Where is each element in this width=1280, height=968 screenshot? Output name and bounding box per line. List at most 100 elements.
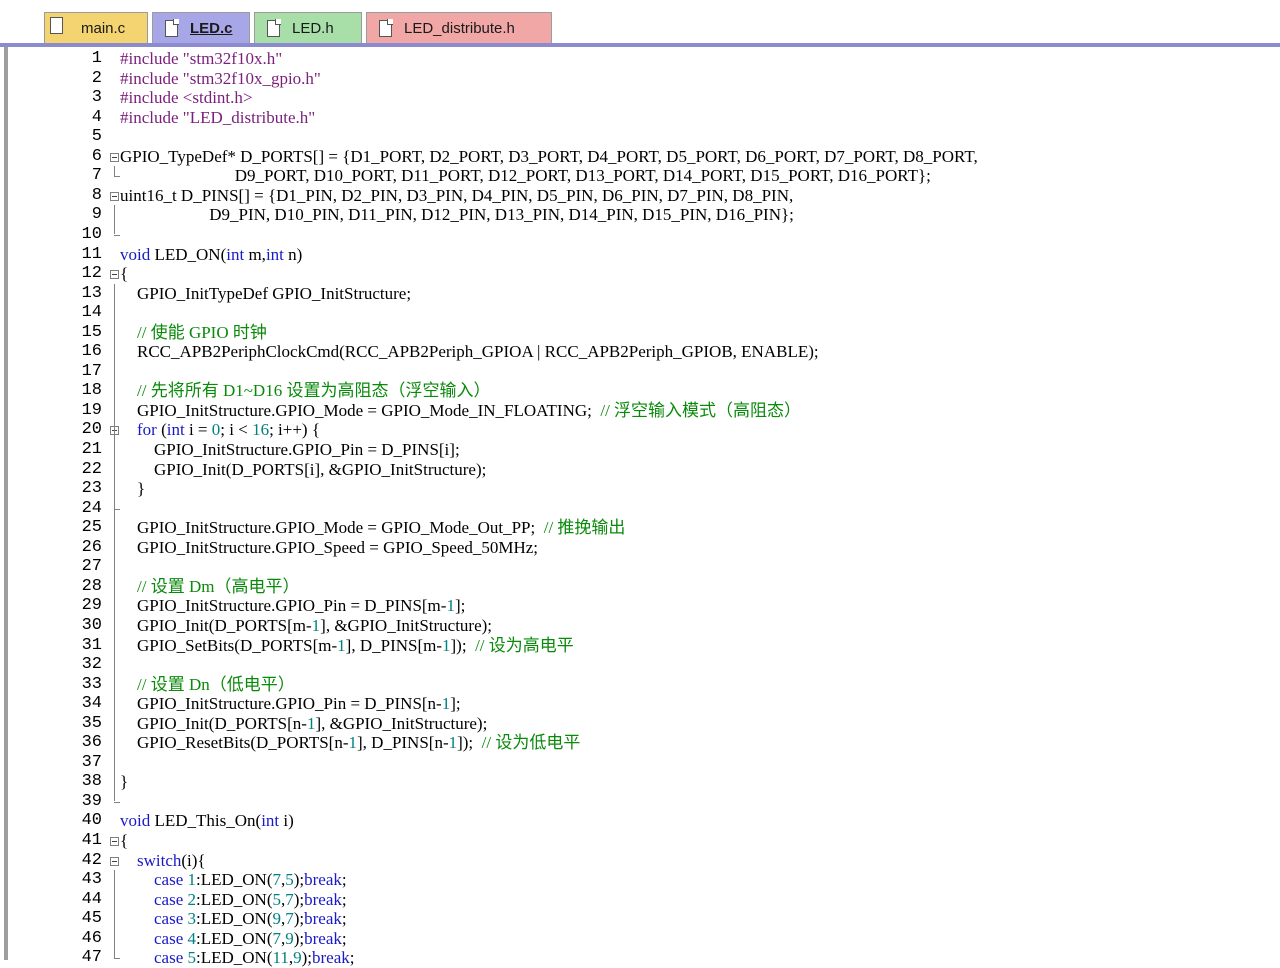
tab-led-distribute-h[interactable]: LED_distribute.h — [366, 12, 552, 43]
code-line[interactable]: GPIO_InitStructure.GPIO_Pin = D_PINS[m-1… — [120, 596, 465, 616]
line-number: 22 — [81, 459, 102, 479]
fold-guide — [114, 440, 115, 509]
code-line[interactable]: D9_PORT, D10_PORT, D11_PORT, D12_PORT, D… — [120, 166, 931, 186]
code-line[interactable]: #include "stm32f10x.h" — [120, 49, 282, 69]
code-line[interactable]: void LED_This_On(int i) — [120, 811, 294, 831]
code-line[interactable]: // 先将所有 D1~D16 设置为高阻态（浮空输入） — [120, 381, 490, 401]
line-number: 35 — [81, 713, 102, 733]
line-number: 47 — [81, 948, 102, 968]
line-number: 17 — [81, 361, 102, 381]
code-line[interactable]: void LED_ON(int m,int n) — [120, 245, 302, 265]
line-number: 2 — [91, 68, 102, 88]
fold-toggle-icon[interactable] — [110, 270, 119, 280]
code-line[interactable]: case 3:LED_ON(9,7);break; — [120, 909, 347, 929]
code-line[interactable]: } — [120, 772, 128, 792]
line-number: 11 — [81, 244, 102, 264]
code-line[interactable]: #include <stdint.h> — [120, 88, 253, 108]
line-number: 18 — [81, 381, 102, 401]
fold-guide — [114, 283, 115, 802]
fold-guide-end — [114, 801, 120, 803]
code-line[interactable]: case 4:LED_ON(7,9);break; — [120, 929, 347, 949]
code-line[interactable]: for (int i = 0; i < 16; i++) { — [120, 420, 320, 440]
fold-guide — [114, 166, 115, 176]
line-number: 12 — [81, 264, 102, 284]
code-line[interactable]: #include "LED_distribute.h" — [120, 108, 315, 128]
line-number: 30 — [81, 615, 102, 635]
code-line[interactable]: uint16_t D_PINS[] = {D1_PIN, D2_PIN, D3_… — [120, 186, 793, 206]
code-line[interactable]: // 设置 Dn（低电平） — [120, 675, 295, 695]
fold-toggle-icon[interactable] — [110, 856, 119, 866]
code-line[interactable]: D9_PIN, D10_PIN, D11_PIN, D12_PIN, D13_P… — [120, 205, 794, 225]
code-line[interactable]: GPIO_InitStructure.GPIO_Mode = GPIO_Mode… — [120, 518, 625, 538]
line-number: 1 — [91, 49, 102, 68]
fold-guide — [114, 870, 115, 958]
code-line[interactable]: GPIO_InitStructure.GPIO_Pin = D_PINS[n-1… — [120, 694, 461, 714]
line-number: 3 — [91, 88, 102, 108]
line-number: 25 — [81, 518, 102, 538]
line-number: 41 — [81, 831, 102, 850]
tab-led-c[interactable]: LED.c — [152, 12, 250, 43]
code-line[interactable]: GPIO_InitStructure.GPIO_Pin = D_PINS[i]; — [120, 440, 460, 460]
code-line[interactable]: GPIO_InitStructure.GPIO_Speed = GPIO_Spe… — [120, 538, 538, 558]
tab-label: LED_distribute.h — [404, 19, 515, 37]
line-number: 39 — [81, 791, 102, 811]
fold-toggle-icon[interactable] — [110, 152, 119, 162]
code-line[interactable]: case 2:LED_ON(5,7);break; — [120, 890, 347, 910]
code-line[interactable]: RCC_APB2PeriphClockCmd(RCC_APB2Periph_GP… — [120, 342, 819, 362]
line-number: 13 — [81, 283, 102, 303]
line-number: 32 — [81, 655, 102, 675]
document-icon — [267, 19, 281, 37]
document-icon — [165, 19, 179, 37]
fold-guide — [114, 205, 115, 235]
tab-led-h[interactable]: LED.h — [254, 12, 362, 43]
line-number: 9 — [91, 205, 102, 225]
code-line[interactable]: GPIO_Init(D_PORTS[n-1], &GPIO_InitStruct… — [120, 714, 487, 734]
line-number: 37 — [81, 752, 102, 772]
line-number: 20 — [81, 420, 102, 440]
line-number: 33 — [81, 674, 102, 694]
code-line[interactable]: #include "stm32f10x_gpio.h" — [120, 69, 321, 89]
fold-guide-end — [114, 958, 120, 960]
line-number: 8 — [91, 185, 102, 205]
code-line[interactable]: case 1:LED_ON(7,5);break; — [120, 870, 347, 890]
code-line[interactable]: GPIO_InitTypeDef GPIO_InitStructure; — [120, 284, 411, 304]
document-icon — [50, 17, 63, 34]
line-number: 23 — [81, 479, 102, 499]
code-line[interactable]: GPIO_SetBits(D_PORTS[m-1], D_PINS[m-1]);… — [120, 636, 574, 656]
line-number: 43 — [81, 870, 102, 890]
tab-bar: main.c LED.c LED.h LED_distribute.h — [0, 0, 1280, 44]
line-number: 4 — [91, 107, 102, 127]
line-number: 7 — [91, 166, 102, 186]
line-number: 36 — [81, 733, 102, 753]
code-line[interactable]: } — [120, 479, 145, 499]
line-number: 19 — [81, 400, 102, 420]
line-number: 42 — [81, 850, 102, 870]
line-number: 46 — [81, 928, 102, 948]
line-number: 29 — [81, 596, 102, 616]
tab-label: LED.h — [292, 19, 334, 37]
line-number: 26 — [81, 537, 102, 557]
line-number: 44 — [81, 889, 102, 909]
line-number: 6 — [91, 146, 102, 166]
line-number: 14 — [81, 303, 102, 323]
code-line[interactable]: // 使能 GPIO 时钟 — [120, 323, 267, 343]
code-line[interactable]: { — [120, 831, 128, 851]
code-line[interactable]: { — [120, 264, 128, 284]
code-line[interactable]: GPIO_Init(D_PORTS[i], &GPIO_InitStructur… — [120, 460, 486, 480]
code-line[interactable]: switch(i){ — [120, 851, 206, 871]
code-line[interactable]: GPIO_Init(D_PORTS[m-1], &GPIO_InitStruct… — [120, 616, 492, 636]
line-number: 34 — [81, 694, 102, 714]
code-line[interactable]: GPIO_ResetBits(D_PORTS[n-1], D_PINS[n-1]… — [120, 733, 580, 753]
fold-toggle-icon[interactable] — [110, 191, 119, 201]
line-number: 16 — [81, 342, 102, 362]
code-line[interactable]: GPIO_TypeDef* D_PORTS[] = {D1_PORT, D2_P… — [120, 147, 978, 167]
code-line[interactable]: case 5:LED_ON(11,9);break; — [120, 948, 355, 968]
code-line[interactable]: // 设置 Dm（高电平） — [120, 577, 299, 597]
tab-label: LED.c — [190, 19, 233, 37]
fold-toggle-icon[interactable] — [110, 837, 119, 846]
fold-guide-end — [114, 176, 120, 178]
code-line[interactable]: GPIO_InitStructure.GPIO_Mode = GPIO_Mode… — [120, 401, 801, 421]
line-number: 21 — [81, 440, 102, 459]
code-editor[interactable]: 1 #include "stm32f10x.h" 2 #include "stm32f… — [8, 47, 1280, 967]
line-number: 40 — [81, 811, 102, 831]
